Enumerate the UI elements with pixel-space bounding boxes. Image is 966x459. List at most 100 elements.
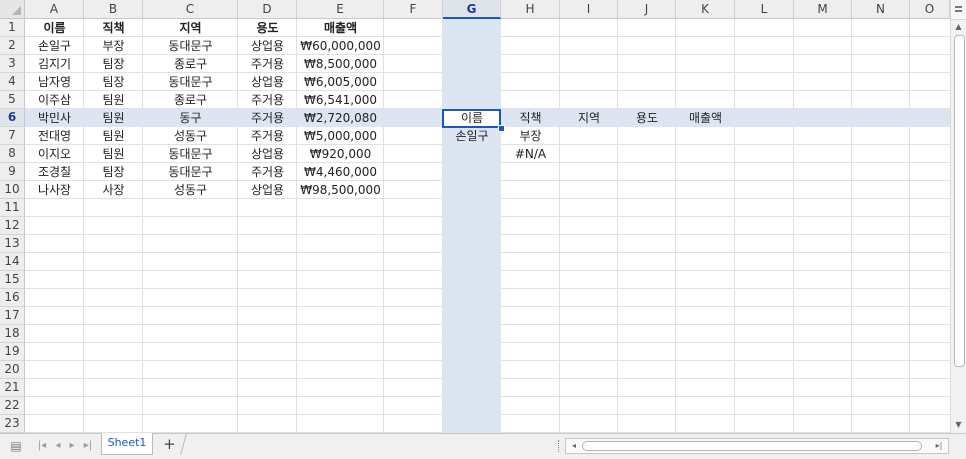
- row-header-9[interactable]: 9: [0, 163, 25, 181]
- header-cell[interactable]: 이름: [25, 19, 84, 37]
- table-cell[interactable]: 주거용: [238, 91, 297, 109]
- table-cell[interactable]: 팀장: [84, 55, 143, 73]
- table-cell[interactable]: 동대문구: [143, 145, 238, 163]
- table-cell[interactable]: 팀장: [84, 163, 143, 181]
- table-cell[interactable]: ₩5,000,000: [297, 127, 384, 145]
- row-header-22[interactable]: 22: [0, 397, 25, 415]
- table-cell[interactable]: 김지기: [25, 55, 84, 73]
- row-header-8[interactable]: 8: [0, 145, 25, 163]
- row-header-14[interactable]: 14: [0, 253, 25, 271]
- table-cell[interactable]: 성동구: [143, 181, 238, 199]
- table-cell[interactable]: 팀원: [84, 127, 143, 145]
- table-cell[interactable]: 동대문구: [143, 37, 238, 55]
- table-cell[interactable]: ₩4,460,000: [297, 163, 384, 181]
- lookup-header-cell[interactable]: 매출액: [676, 109, 735, 127]
- table-cell[interactable]: 부장: [84, 37, 143, 55]
- header-cell[interactable]: 직책: [84, 19, 143, 37]
- lookup-header-cell[interactable]: 지역: [560, 109, 618, 127]
- row-header-1[interactable]: 1: [0, 19, 25, 37]
- lookup-result-cell[interactable]: 손일구: [443, 127, 501, 145]
- row-header-6[interactable]: 6: [0, 109, 25, 127]
- scroll-right-icon[interactable]: ▸|: [932, 440, 946, 452]
- lookup-header-cell[interactable]: 용도: [618, 109, 676, 127]
- column-header-d[interactable]: D: [238, 0, 297, 19]
- table-cell[interactable]: 상업용: [238, 73, 297, 91]
- table-cell[interactable]: 상업용: [238, 37, 297, 55]
- table-cell[interactable]: 박민사: [25, 109, 84, 127]
- table-cell[interactable]: 남자영: [25, 73, 84, 91]
- row-header-13[interactable]: 13: [0, 235, 25, 253]
- row-header-19[interactable]: 19: [0, 343, 25, 361]
- add-sheet-button[interactable]: +: [152, 434, 187, 455]
- table-cell[interactable]: 주거용: [238, 109, 297, 127]
- table-cell[interactable]: 상업용: [238, 145, 297, 163]
- row-header-3[interactable]: 3: [0, 55, 25, 73]
- row-header-17[interactable]: 17: [0, 307, 25, 325]
- table-cell[interactable]: ₩8,500,000: [297, 55, 384, 73]
- last-sheet-icon[interactable]: ▸|: [80, 438, 96, 454]
- table-cell[interactable]: 주거용: [238, 127, 297, 145]
- table-cell[interactable]: 주거용: [238, 163, 297, 181]
- row-header-20[interactable]: 20: [0, 361, 25, 379]
- table-cell[interactable]: ₩98,500,000: [297, 181, 384, 199]
- split-handle-icon[interactable]: [951, 0, 966, 20]
- column-header-m[interactable]: M: [794, 0, 852, 19]
- row-header-5[interactable]: 5: [0, 91, 25, 109]
- row-header-4[interactable]: 4: [0, 73, 25, 91]
- table-cell[interactable]: 팀원: [84, 109, 143, 127]
- scroll-up-icon[interactable]: ▲: [952, 20, 965, 34]
- row-header-10[interactable]: 10: [0, 181, 25, 199]
- select-all-corner[interactable]: [0, 0, 25, 19]
- table-cell[interactable]: 종로구: [143, 55, 238, 73]
- row-header-15[interactable]: 15: [0, 271, 25, 289]
- column-header-l[interactable]: L: [735, 0, 794, 19]
- vertical-scroll-thumb[interactable]: [954, 35, 965, 367]
- row-header-16[interactable]: 16: [0, 289, 25, 307]
- vertical-scrollbar[interactable]: ▲ ▼: [950, 0, 966, 433]
- column-header-n[interactable]: N: [852, 0, 910, 19]
- sheet-tab-sheet1[interactable]: Sheet1: [101, 433, 153, 455]
- column-header-g[interactable]: G: [443, 0, 501, 19]
- scroll-down-icon[interactable]: ▼: [952, 418, 965, 432]
- column-header-i[interactable]: I: [560, 0, 618, 19]
- table-cell[interactable]: 조경칠: [25, 163, 84, 181]
- table-cell[interactable]: 팀원: [84, 91, 143, 109]
- table-cell[interactable]: ₩60,000,000: [297, 37, 384, 55]
- scroll-left-icon[interactable]: ◂: [568, 440, 580, 452]
- table-cell[interactable]: 이주삼: [25, 91, 84, 109]
- lookup-header-cell[interactable]: 이름: [443, 109, 501, 127]
- horizontal-scroll-thumb[interactable]: [582, 441, 922, 451]
- row-header-18[interactable]: 18: [0, 325, 25, 343]
- table-cell[interactable]: 사장: [84, 181, 143, 199]
- table-cell[interactable]: 동대문구: [143, 163, 238, 181]
- macro-icon[interactable]: ▤: [8, 438, 24, 454]
- table-cell[interactable]: 이지오: [25, 145, 84, 163]
- table-cell[interactable]: 나사장: [25, 181, 84, 199]
- column-header-b[interactable]: B: [84, 0, 143, 19]
- column-header-e[interactable]: E: [297, 0, 384, 19]
- scroll-split-grip[interactable]: [558, 440, 561, 452]
- column-header-k[interactable]: K: [676, 0, 735, 19]
- first-sheet-icon[interactable]: |◂: [34, 438, 50, 454]
- table-cell[interactable]: 손일구: [25, 37, 84, 55]
- lookup-result-cell[interactable]: #N/A: [501, 145, 560, 163]
- lookup-result-cell[interactable]: 부장: [501, 127, 560, 145]
- table-cell[interactable]: 팀장: [84, 73, 143, 91]
- table-cell[interactable]: ₩6,005,000: [297, 73, 384, 91]
- column-header-o[interactable]: O: [910, 0, 950, 19]
- horizontal-scrollbar[interactable]: ◂ ▸|: [565, 438, 949, 454]
- table-cell[interactable]: 동대문구: [143, 73, 238, 91]
- lookup-header-cell[interactable]: 직책: [501, 109, 560, 127]
- header-cell[interactable]: 용도: [238, 19, 297, 37]
- table-cell[interactable]: 주거용: [238, 55, 297, 73]
- fill-handle[interactable]: [498, 125, 505, 132]
- column-header-h[interactable]: H: [501, 0, 560, 19]
- row-header-11[interactable]: 11: [0, 199, 25, 217]
- table-cell[interactable]: 동구: [143, 109, 238, 127]
- row-header-21[interactable]: 21: [0, 379, 25, 397]
- header-cell[interactable]: 매출액: [297, 19, 384, 37]
- table-cell[interactable]: 상업용: [238, 181, 297, 199]
- table-cell[interactable]: 종로구: [143, 91, 238, 109]
- row-header-7[interactable]: 7: [0, 127, 25, 145]
- row-header-2[interactable]: 2: [0, 37, 25, 55]
